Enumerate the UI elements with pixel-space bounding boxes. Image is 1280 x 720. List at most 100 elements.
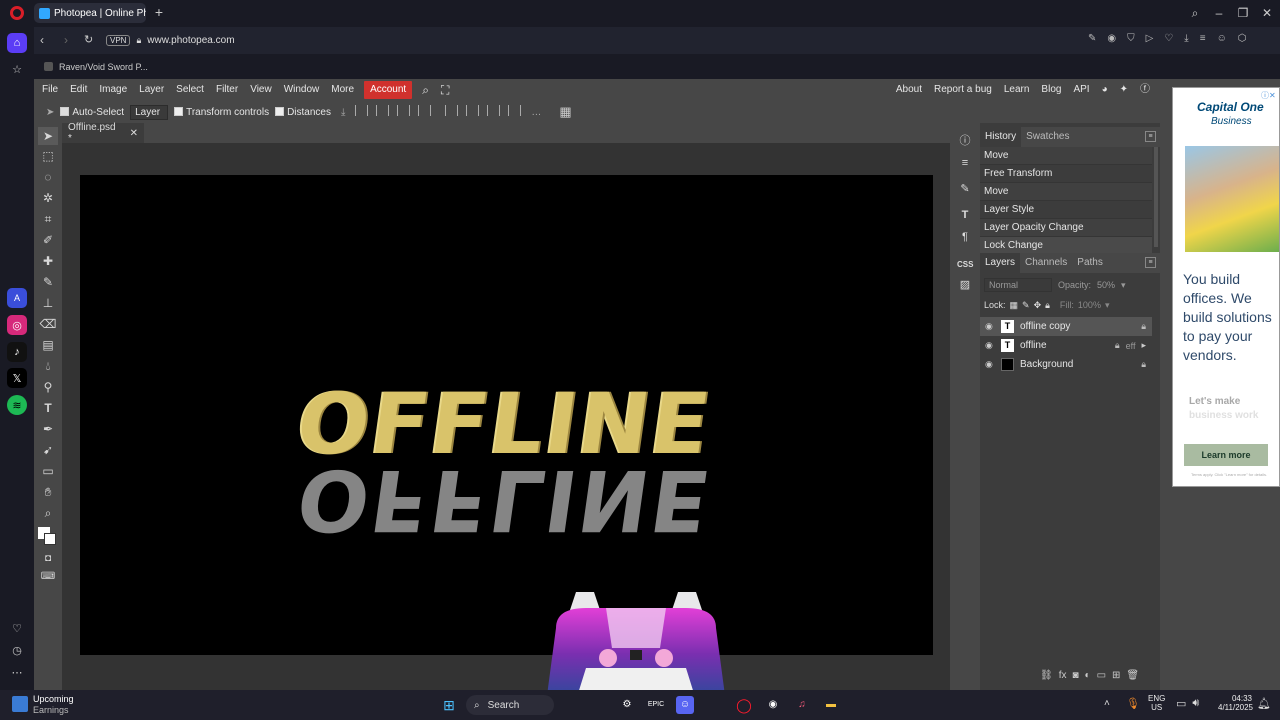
tiktok-icon[interactable]: ♪: [7, 342, 27, 362]
css-icon[interactable]: CSS: [957, 257, 973, 273]
new-group-icon[interactable]: ▭: [1097, 670, 1106, 681]
download-icon[interactable]: ⤓: [1184, 33, 1188, 44]
menu-view[interactable]: View: [244, 79, 278, 101]
show-hidden-icons-icon[interactable]: ˄: [1104, 698, 1110, 709]
layer-select[interactable]: Layer: [130, 104, 169, 120]
facebook-icon[interactable]: ⓕ: [1134, 79, 1156, 101]
paragraph-icon[interactable]: ¶: [957, 229, 973, 245]
panel-menu-icon[interactable]: ≡: [1145, 131, 1156, 142]
x-twitter-icon[interactable]: 𝕏: [7, 368, 27, 388]
browser-tab[interactable]: Photopea | Online Photo E: [34, 3, 146, 23]
reddit-icon[interactable]: ◕: [1096, 79, 1114, 101]
crop-tool-icon[interactable]: ⌗: [38, 210, 58, 228]
layers-panel-menu-icon[interactable]: ≡: [1145, 257, 1156, 268]
close-window-icon[interactable]: ✕: [1256, 4, 1278, 22]
quick-mask-icon[interactable]: ◘: [38, 549, 58, 567]
bookmark-item[interactable]: Raven/Void Sword P...: [59, 62, 148, 72]
obs-icon[interactable]: ◉: [764, 696, 782, 714]
notification-icon[interactable]: 🔔︎: [1257, 697, 1271, 710]
menu-learn[interactable]: Learn: [998, 79, 1036, 101]
marquee-tool-icon[interactable]: ⬚: [38, 147, 58, 165]
ad-info-icon[interactable]: ⓘ✕: [1261, 90, 1276, 101]
move-tool-icon[interactable]: ➤: [46, 107, 54, 118]
epic-games-icon[interactable]: EPIC: [647, 696, 665, 714]
snapshot-icon[interactable]: ◉: [1107, 33, 1116, 44]
hand-tool-icon[interactable]: ✋︎: [38, 483, 58, 501]
tab-paths[interactable]: Paths: [1072, 253, 1108, 273]
player-icon[interactable]: ▷: [1146, 33, 1154, 44]
home-icon[interactable]: ⌂: [7, 33, 27, 53]
close-document-icon[interactable]: ✕: [130, 128, 138, 139]
itunes-icon[interactable]: ♫: [793, 696, 811, 714]
screen-mode-icon[interactable]: ⌨: [38, 567, 58, 585]
account-button[interactable]: Account: [364, 81, 413, 99]
tab-layers[interactable]: Layers: [980, 253, 1021, 273]
lasso-tool-icon[interactable]: ◌: [38, 168, 58, 186]
volume-icon[interactable]: 🔊︎: [1192, 697, 1199, 710]
ad-panel[interactable]: Capital One Business ⓘ✕ You build office…: [1172, 87, 1280, 487]
visibility-eye-icon[interactable]: ◉: [985, 340, 995, 351]
effects-icon[interactable]: fx: [1059, 670, 1067, 681]
instagram-icon[interactable]: ◎: [7, 315, 27, 335]
healing-brush-icon[interactable]: ✚: [38, 252, 58, 270]
stocks-widget-icon[interactable]: [12, 696, 28, 712]
history-clock-icon[interactable]: ◷: [7, 640, 27, 660]
url-field[interactable]: VPN 🔒︎ www.photopea.com: [106, 32, 1096, 49]
history-item[interactable]: Layer Opacity Change: [980, 219, 1152, 237]
steam-icon[interactable]: ⚙: [618, 696, 636, 714]
delete-layer-icon[interactable]: 🗑︎: [1126, 670, 1139, 681]
menu-layer[interactable]: Layer: [133, 79, 170, 101]
history-scrollbar[interactable]: [1154, 147, 1158, 247]
opacity-dropdown-icon[interactable]: ▾: [1121, 280, 1126, 291]
twitter-icon[interactable]: ✦: [1114, 79, 1134, 101]
menu-window[interactable]: Window: [278, 79, 326, 101]
menu-report-bug[interactable]: Report a bug: [928, 79, 998, 101]
history-item[interactable]: Free Transform: [980, 165, 1152, 183]
lock-pixels-icon[interactable]: ✎: [1022, 300, 1030, 311]
distribute-buttons[interactable]: [441, 105, 525, 119]
lock-position-icon[interactable]: ✥: [1034, 300, 1042, 311]
extensions-icon[interactable]: ⬡: [1238, 33, 1247, 44]
more-dots-icon[interactable]: ⋯: [7, 662, 27, 682]
heart-icon[interactable]: ♡: [1164, 33, 1173, 44]
lock-transparency-icon[interactable]: ▦: [1010, 300, 1019, 311]
blur-tool-icon[interactable]: 💧︎: [38, 357, 58, 375]
transform-controls-checkbox[interactable]: Transform controls: [174, 107, 269, 118]
menu-about[interactable]: About: [890, 79, 928, 101]
more-options-icon[interactable]: …: [531, 107, 541, 118]
opera-gx-icon[interactable]: ◯: [735, 696, 753, 714]
brush-tool-icon[interactable]: ✎: [38, 273, 58, 291]
link-layers-icon[interactable]: ⛓: [1040, 670, 1053, 681]
menu-image[interactable]: Image: [93, 79, 133, 101]
menu-blog[interactable]: Blog: [1035, 79, 1067, 101]
layer-effects-label[interactable]: eff: [1126, 341, 1136, 351]
windows-start-icon[interactable]: ⊞: [440, 696, 458, 714]
back-icon[interactable]: ‹: [40, 33, 44, 47]
document-tab[interactable]: Offline.psd * ✕: [62, 122, 144, 144]
search-icon[interactable]: ⌕: [416, 79, 435, 101]
menu-file[interactable]: File: [34, 79, 64, 101]
path-select-icon[interactable]: ➹: [38, 441, 58, 459]
lock-all-icon[interactable]: 🔒︎: [1045, 300, 1050, 311]
layer-row[interactable]: ◉ Background 🔒︎: [980, 355, 1152, 374]
menu-api[interactable]: API: [1067, 79, 1095, 101]
dodge-tool-icon[interactable]: ⚲: [38, 378, 58, 396]
opera-logo-icon[interactable]: [10, 6, 24, 20]
character-icon[interactable]: T: [957, 207, 973, 223]
mask-icon[interactable]: ◙: [1072, 670, 1078, 681]
blend-mode-select[interactable]: Normal: [984, 278, 1052, 292]
menu-icon[interactable]: ≡: [1200, 33, 1206, 44]
expand-effects-icon[interactable]: ▸: [1141, 340, 1146, 351]
file-explorer-icon[interactable]: ▬: [822, 696, 840, 714]
history-item[interactable]: Move: [980, 147, 1152, 165]
ad-learn-more-button[interactable]: Learn more: [1184, 444, 1268, 466]
search-tabs-icon[interactable]: ⌕: [1184, 4, 1206, 22]
reload-icon[interactable]: ↻: [84, 33, 93, 46]
download-arrow-icon[interactable]: ⤓: [341, 107, 345, 118]
taskbar-search[interactable]: ⌕ Search: [466, 695, 554, 715]
menu-edit[interactable]: Edit: [64, 79, 93, 101]
grid-icon[interactable]: ▦: [559, 104, 571, 120]
widget-title[interactable]: Upcoming: [33, 694, 74, 704]
history-item[interactable]: Layer Style: [980, 201, 1152, 219]
background-color-icon[interactable]: [44, 533, 56, 545]
